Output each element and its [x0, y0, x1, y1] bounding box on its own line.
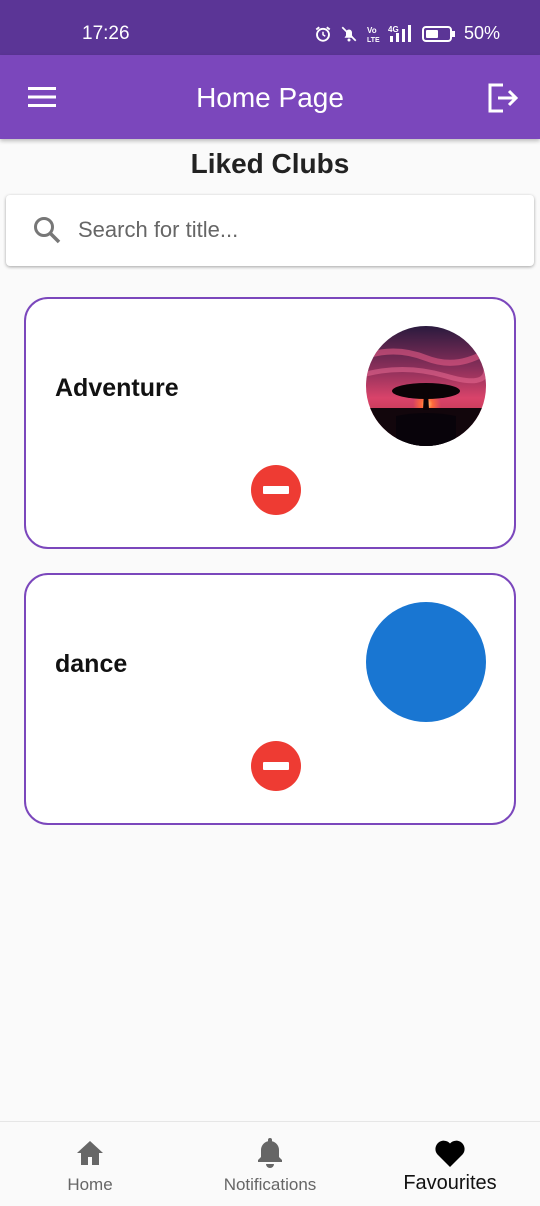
club-card[interactable]: dance [24, 573, 516, 825]
club-image-placeholder [366, 602, 486, 722]
nav-label: Favourites [403, 1172, 497, 1194]
status-icons: Vo LTE 4G 50% [314, 23, 500, 44]
battery-percent: 50% [463, 23, 500, 43]
network-type-label: 4G [388, 25, 399, 34]
status-time: 17:26 [82, 23, 130, 44]
svg-text:LTE: LTE [367, 37, 380, 44]
logout-icon[interactable] [486, 81, 520, 115]
status-bar: 17:26 Vo LTE 4G 50% [0, 0, 540, 55]
bell-icon [258, 1138, 282, 1168]
app-bar: Home Page [0, 55, 540, 139]
page-title: Home Page [196, 82, 344, 113]
heart-icon [435, 1140, 465, 1167]
remove-icon [263, 486, 289, 494]
nav-home[interactable]: Home [0, 1122, 180, 1206]
club-image [366, 326, 486, 446]
club-card[interactable]: Adventure [24, 297, 516, 549]
nav-label: Notifications [223, 1175, 317, 1194]
alarm-icon [315, 26, 331, 42]
remove-button[interactable] [251, 465, 301, 515]
remove-button[interactable] [251, 741, 301, 791]
nav-notifications[interactable]: Notifications [180, 1122, 360, 1206]
search-bar [6, 195, 534, 266]
home-icon [77, 1141, 103, 1165]
battery-icon [421, 25, 455, 42]
nav-label: Home [67, 1175, 113, 1194]
volte-icon: Vo LTE [367, 26, 380, 44]
remove-icon [263, 762, 289, 770]
club-name: dance [55, 650, 128, 678]
bottom-navigation: Home Notifications Favourites [0, 1121, 540, 1206]
signal-icon: 4G [388, 24, 411, 42]
club-name: Adventure [55, 374, 179, 402]
nav-favourites[interactable]: Favourites [360, 1122, 540, 1206]
search-icon [34, 217, 61, 244]
section-title: Liked Clubs [190, 148, 350, 179]
svg-text:Vo: Vo [367, 26, 377, 35]
search-input[interactable] [78, 207, 518, 253]
mute-icon [341, 26, 357, 41]
